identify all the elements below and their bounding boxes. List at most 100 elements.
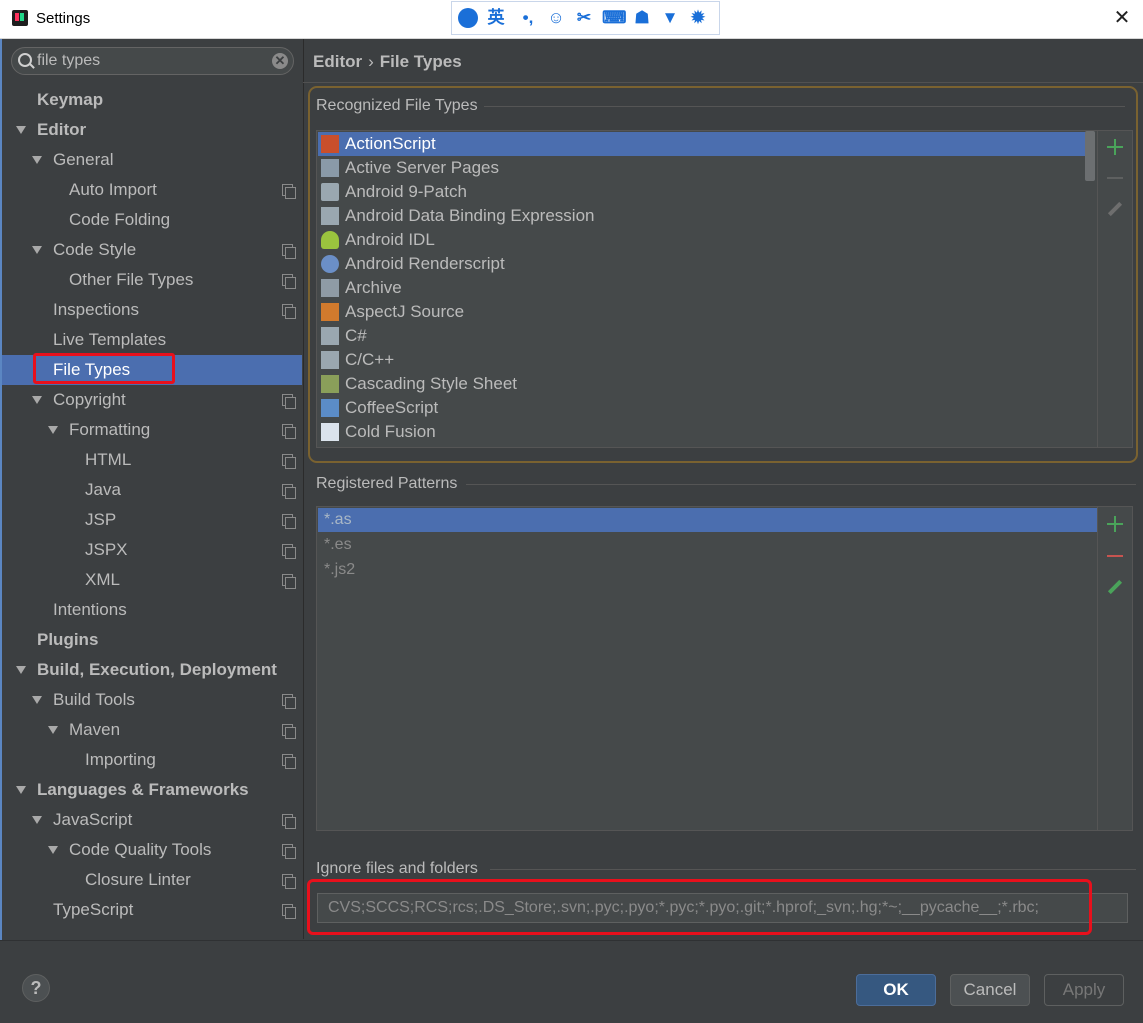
file-types-list[interactable]: ActionScript Active Server Pages Android 9… (316, 130, 1098, 448)
breadcrumb-parent[interactable]: Editor (313, 52, 362, 71)
pattern-row[interactable]: *.js2 (318, 558, 1098, 582)
project-scope-icon (282, 694, 296, 709)
expand-arrow-icon[interactable] (32, 816, 42, 824)
tree-item-typescript[interactable]: TypeScript (2, 895, 302, 925)
tree-item-other-file-types[interactable]: Other File Types (2, 265, 302, 295)
window-title: Settings (36, 10, 91, 27)
ime-emoji-icon[interactable]: ☺ (546, 8, 566, 28)
file-icon (321, 327, 339, 345)
file-type-row[interactable]: C/C++ (318, 348, 1088, 372)
expand-arrow-icon[interactable] (16, 666, 26, 674)
ok-button[interactable]: OK (856, 974, 936, 1006)
tree-item-live-templates[interactable]: Live Templates (2, 325, 302, 355)
expand-arrow-icon[interactable] (32, 156, 42, 164)
recognized-file-types-title: Recognized File Types (316, 97, 484, 115)
project-scope-icon (282, 274, 296, 289)
expand-arrow-icon[interactable] (48, 846, 58, 854)
cancel-button[interactable]: Cancel (950, 974, 1030, 1006)
tree-item-maven[interactable]: Maven (2, 715, 302, 745)
file-type-row[interactable]: C# (318, 324, 1088, 348)
tree-item-closure-linter[interactable]: Closure Linter (2, 865, 302, 895)
tree-item-plugins[interactable]: Plugins (2, 625, 302, 655)
ime-punctuation-icon[interactable]: •, (518, 8, 538, 28)
expand-arrow-icon[interactable] (32, 396, 42, 404)
tree-item-html[interactable]: HTML (2, 445, 302, 475)
expand-arrow-icon[interactable] (16, 126, 26, 134)
android-icon (321, 231, 339, 249)
tree-item-label: TypeScript (53, 900, 134, 919)
as-file-icon (321, 135, 339, 153)
file-type-row[interactable]: ActionScript (318, 132, 1088, 156)
registered-patterns-list[interactable]: *.as *.es *.js2 (316, 506, 1098, 831)
tree-item-code-quality-tools[interactable]: Code Quality Tools (2, 835, 302, 865)
ime-language-toggle[interactable]: 英 (486, 8, 506, 28)
ime-screenshot-icon[interactable]: ✂ (574, 8, 594, 28)
tree-item-languages-frameworks[interactable]: Languages & Frameworks (2, 775, 302, 805)
file-type-row[interactable]: Cold Fusion (318, 420, 1088, 444)
tree-item-label: JSP (85, 510, 117, 529)
tree-item-intentions[interactable]: Intentions (2, 595, 302, 625)
ime-logo-icon[interactable] (458, 8, 478, 28)
file-type-row[interactable]: AspectJ Source (318, 300, 1088, 324)
tree-item-general[interactable]: General (2, 145, 302, 175)
tree-item-code-style[interactable]: Code Style (2, 235, 302, 265)
pattern-row[interactable]: *.as (318, 508, 1098, 532)
file-type-row[interactable]: Active Server Pages (318, 156, 1088, 180)
file-types-toolbar (1097, 130, 1133, 448)
ime-user-icon[interactable]: ☗ (632, 8, 652, 28)
clear-search-icon[interactable]: ✕ (272, 53, 288, 69)
expand-arrow-icon[interactable] (32, 696, 42, 704)
edit-file-type-button[interactable] (1107, 201, 1123, 217)
pattern-row[interactable]: *.es (318, 533, 1098, 557)
tree-item-keymap[interactable]: Keymap (2, 85, 302, 115)
tree-item-copyright[interactable]: Copyright (2, 385, 302, 415)
remove-file-type-button[interactable] (1107, 177, 1123, 179)
tree-item-formatting[interactable]: Formatting (2, 415, 302, 445)
tree-item-inspections[interactable]: Inspections (2, 295, 302, 325)
tree-item-xml[interactable]: XML (2, 565, 302, 595)
file-types-highlight-annotation (33, 353, 175, 384)
close-window-button[interactable]: ✕ (1110, 6, 1134, 30)
edit-pattern-button[interactable] (1107, 579, 1123, 595)
tree-item-auto-import[interactable]: Auto Import (2, 175, 302, 205)
expand-arrow-icon[interactable] (48, 726, 58, 734)
apply-button[interactable]: Apply (1044, 974, 1124, 1006)
ime-skin-icon[interactable]: ▼ (660, 8, 680, 28)
help-button[interactable]: ? (22, 974, 50, 1002)
file-types-scrollbar[interactable] (1085, 131, 1095, 181)
tree-item-jsp[interactable]: JSP (2, 505, 302, 535)
file-type-row[interactable]: Android IDL (318, 228, 1088, 252)
expand-arrow-icon[interactable] (16, 786, 26, 794)
expand-arrow-icon[interactable] (32, 246, 42, 254)
tree-item-label: Other File Types (69, 270, 194, 289)
settings-tree: Keymap Editor General Auto Import Code F… (2, 85, 302, 925)
file-type-label: AspectJ Source (345, 302, 465, 321)
add-pattern-button[interactable] (1107, 516, 1123, 532)
tree-item-java[interactable]: Java (2, 475, 302, 505)
tree-item-jspx[interactable]: JSPX (2, 535, 302, 565)
file-type-row[interactable]: Android 9-Patch (318, 180, 1088, 204)
file-type-row[interactable]: Android Data Binding Expression (318, 204, 1088, 228)
ime-settings-icon[interactable]: ✹ (688, 8, 708, 28)
file-type-row[interactable]: CoffeeScript (318, 396, 1088, 420)
breadcrumb-separator: › (368, 52, 374, 71)
tree-item-code-folding[interactable]: Code Folding (2, 205, 302, 235)
settings-search-input[interactable]: file types ✕ (11, 47, 294, 75)
file-type-row[interactable]: Cascading Style Sheet (318, 372, 1088, 396)
project-scope-icon (282, 574, 296, 589)
tree-item-build-execution-deployment[interactable]: Build, Execution, Deployment (2, 655, 302, 685)
expand-arrow-icon[interactable] (48, 426, 58, 434)
rs-icon (321, 255, 339, 273)
tree-item-build-tools[interactable]: Build Tools (2, 685, 302, 715)
remove-pattern-button[interactable] (1107, 555, 1123, 557)
file-type-row[interactable]: Archive (318, 276, 1088, 300)
tree-item-javascript[interactable]: JavaScript (2, 805, 302, 835)
add-file-type-button[interactable] (1107, 139, 1123, 155)
ime-keyboard-icon[interactable]: ⌨ (602, 8, 627, 28)
divider (303, 82, 1143, 83)
tree-item-label: Plugins (37, 630, 99, 649)
tree-item-editor[interactable]: Editor (2, 115, 302, 145)
file-type-row[interactable]: Android Renderscript (318, 252, 1088, 276)
tree-item-label: General (53, 150, 114, 169)
tree-item-importing[interactable]: Importing (2, 745, 302, 775)
